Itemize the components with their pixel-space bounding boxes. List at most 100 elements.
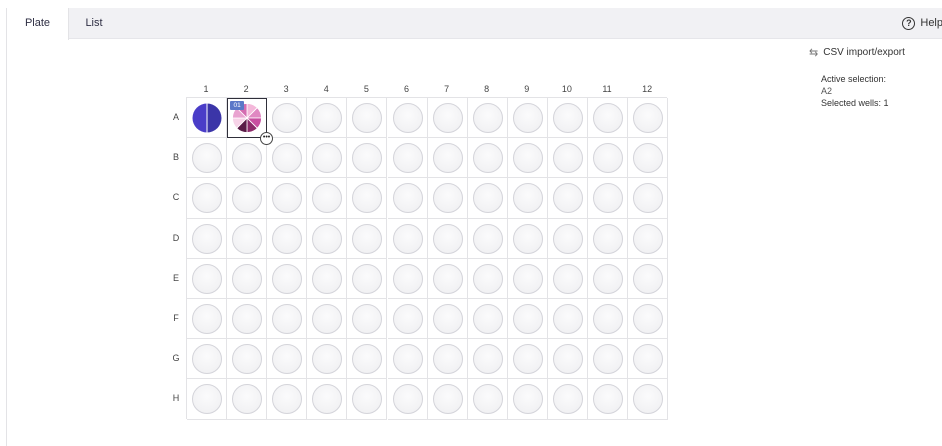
well-G6[interactable] xyxy=(387,339,428,380)
well-B12[interactable] xyxy=(628,138,669,179)
well-C10[interactable] xyxy=(547,178,588,219)
row-header-A[interactable]: A xyxy=(170,112,182,122)
well-E12[interactable] xyxy=(628,258,669,299)
well-A7[interactable] xyxy=(427,98,468,139)
well-H9[interactable] xyxy=(507,379,548,420)
well-C4[interactable] xyxy=(307,178,348,219)
column-header-7[interactable]: 7 xyxy=(427,84,467,94)
well-G8[interactable] xyxy=(467,339,508,380)
well-C12[interactable] xyxy=(628,178,669,219)
well-F10[interactable] xyxy=(547,299,588,340)
well-D11[interactable] xyxy=(588,218,629,259)
well-B3[interactable] xyxy=(267,138,308,179)
well-A5[interactable] xyxy=(347,98,388,139)
well-G12[interactable] xyxy=(628,339,669,380)
well-B11[interactable] xyxy=(588,138,629,179)
column-header-6[interactable]: 6 xyxy=(387,84,427,94)
well-E10[interactable] xyxy=(547,258,588,299)
well-F8[interactable] xyxy=(467,299,508,340)
well-H5[interactable] xyxy=(347,379,388,420)
well-D12[interactable] xyxy=(628,218,669,259)
csv-import-export-link[interactable]: ⇆ CSV import/export xyxy=(809,46,905,59)
well-B7[interactable] xyxy=(427,138,468,179)
well-G3[interactable] xyxy=(267,339,308,380)
well-H11[interactable] xyxy=(588,379,629,420)
well-H3[interactable] xyxy=(267,379,308,420)
well-E4[interactable] xyxy=(307,258,348,299)
well-D6[interactable] xyxy=(387,218,428,259)
well-F9[interactable] xyxy=(507,299,548,340)
well-H2[interactable] xyxy=(227,379,268,420)
well-B2[interactable] xyxy=(227,138,268,179)
well-G2[interactable] xyxy=(227,339,268,380)
row-header-E[interactable]: E xyxy=(170,273,182,283)
well-F12[interactable] xyxy=(628,299,669,340)
well-F7[interactable] xyxy=(427,299,468,340)
well-A11[interactable] xyxy=(588,98,629,139)
well-A8[interactable] xyxy=(467,98,508,139)
well-C9[interactable] xyxy=(507,178,548,219)
well-D3[interactable] xyxy=(267,218,308,259)
well-D5[interactable] xyxy=(347,218,388,259)
well-C7[interactable] xyxy=(427,178,468,219)
well-D1[interactable] xyxy=(187,218,228,259)
column-header-3[interactable]: 3 xyxy=(266,84,306,94)
tab-list[interactable]: List xyxy=(69,8,119,39)
row-header-F[interactable]: F xyxy=(170,313,182,323)
well-A12[interactable] xyxy=(628,98,669,139)
well-F11[interactable] xyxy=(588,299,629,340)
well-A1[interactable] xyxy=(187,98,228,139)
column-header-10[interactable]: 10 xyxy=(547,84,587,94)
row-header-B[interactable]: B xyxy=(170,152,182,162)
well-F4[interactable] xyxy=(307,299,348,340)
well-B4[interactable] xyxy=(307,138,348,179)
help-button[interactable]: ? Help xyxy=(902,8,942,39)
well-C11[interactable] xyxy=(588,178,629,219)
well-E1[interactable] xyxy=(187,258,228,299)
well-D9[interactable] xyxy=(507,218,548,259)
well-B10[interactable] xyxy=(547,138,588,179)
well-C6[interactable] xyxy=(387,178,428,219)
well-G5[interactable] xyxy=(347,339,388,380)
well-E11[interactable] xyxy=(588,258,629,299)
row-header-D[interactable]: D xyxy=(170,233,182,243)
row-header-G[interactable]: G xyxy=(170,353,182,363)
well-D10[interactable] xyxy=(547,218,588,259)
well-H10[interactable] xyxy=(547,379,588,420)
column-header-4[interactable]: 4 xyxy=(306,84,346,94)
well-F3[interactable] xyxy=(267,299,308,340)
more-options-button[interactable]: ••• xyxy=(260,132,274,145)
well-C2[interactable] xyxy=(227,178,268,219)
row-header-H[interactable]: H xyxy=(170,393,182,403)
well-D8[interactable] xyxy=(467,218,508,259)
well-G10[interactable] xyxy=(547,339,588,380)
well-B9[interactable] xyxy=(507,138,548,179)
well-B8[interactable] xyxy=(467,138,508,179)
column-header-5[interactable]: 5 xyxy=(346,84,386,94)
well-G11[interactable] xyxy=(588,339,629,380)
column-header-11[interactable]: 11 xyxy=(587,84,627,94)
well-A4[interactable] xyxy=(307,98,348,139)
well-H6[interactable] xyxy=(387,379,428,420)
well-B6[interactable] xyxy=(387,138,428,179)
well-F1[interactable] xyxy=(187,299,228,340)
well-D4[interactable] xyxy=(307,218,348,259)
column-header-2[interactable]: 2 xyxy=(226,84,266,94)
well-A2[interactable]: 01 ••• xyxy=(227,98,274,145)
well-H4[interactable] xyxy=(307,379,348,420)
well-C1[interactable] xyxy=(187,178,228,219)
well-C8[interactable] xyxy=(467,178,508,219)
well-E6[interactable] xyxy=(387,258,428,299)
well-G1[interactable] xyxy=(187,339,228,380)
column-header-9[interactable]: 9 xyxy=(507,84,547,94)
well-F2[interactable] xyxy=(227,299,268,340)
well-E2[interactable] xyxy=(227,258,268,299)
well-A10[interactable] xyxy=(547,98,588,139)
well-C3[interactable] xyxy=(267,178,308,219)
well-E9[interactable] xyxy=(507,258,548,299)
column-header-1[interactable]: 1 xyxy=(186,84,226,94)
well-G4[interactable] xyxy=(307,339,348,380)
well-A3[interactable] xyxy=(267,98,308,139)
well-E7[interactable] xyxy=(427,258,468,299)
well-H12[interactable] xyxy=(628,379,669,420)
